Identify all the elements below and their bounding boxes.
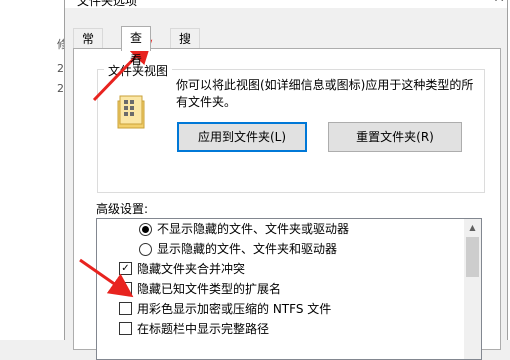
option-label: 隐藏文件夹合并冲突 xyxy=(137,262,246,276)
background-window xyxy=(0,0,65,340)
apply-to-folders-button[interactable]: 应用到文件夹(L) xyxy=(177,122,307,152)
vertical-scrollbar[interactable]: ▲ xyxy=(464,219,481,359)
option-label: 在标题栏中显示完整路径 xyxy=(137,322,270,336)
folder-icon xyxy=(117,95,145,129)
checkbox[interactable]: ✓ xyxy=(119,262,132,275)
background-text: 2 xyxy=(57,62,64,75)
dialog-title: 文件夹选项 xyxy=(77,0,138,8)
checkbox[interactable] xyxy=(119,302,132,315)
option-label: 隐藏已知文件类型的扩展名 xyxy=(137,282,282,296)
tab-search[interactable]: 搜索 xyxy=(170,28,201,66)
scroll-up-arrow-icon[interactable]: ▲ xyxy=(464,219,481,236)
folder-views-description: 你可以将此视图(如详细信息或图标)应用于这种类型的所有文件夹。 xyxy=(176,78,474,109)
view-tab-panel: 文件夹视图 你可以将此视图(如详细信息或图标)应用于这种类型的所有文件夹。 应用… xyxy=(73,48,501,360)
close-icon[interactable]: ✕ xyxy=(493,0,505,6)
tab-general[interactable]: 常规 xyxy=(73,28,104,66)
option-label: 显示隐藏的文件、文件夹和驱动器 xyxy=(157,242,338,256)
advanced-settings-list[interactable]: 不显示隐藏的文件、文件夹或驱动器 显示隐藏的文件、文件夹和驱动器 ✓ 隐藏文件夹… xyxy=(96,218,482,360)
reset-folders-button[interactable]: 重置文件夹(R) xyxy=(328,122,462,152)
option-label: 不显示隐藏的文件、文件夹或驱动器 xyxy=(157,222,350,236)
scroll-thumb[interactable] xyxy=(466,237,479,277)
radio-button[interactable] xyxy=(139,243,152,256)
checkbox[interactable] xyxy=(119,322,132,335)
tab-view[interactable]: 查看 xyxy=(121,26,152,67)
advanced-settings-label: 高级设置: xyxy=(96,202,149,216)
background-text: 2 xyxy=(57,82,64,95)
folder-options-dialog: 文件夹选项 ✕ 常规 查看 搜索 文件夹视图 你可以将此视图(如详细信息或图标)… xyxy=(64,0,508,360)
checkbox[interactable] xyxy=(119,282,132,295)
option-label: 用彩色显示加密或压缩的 NTFS 文件 xyxy=(137,302,332,316)
radio-button[interactable] xyxy=(139,223,152,236)
titlebar: 文件夹选项 ✕ xyxy=(65,0,507,8)
